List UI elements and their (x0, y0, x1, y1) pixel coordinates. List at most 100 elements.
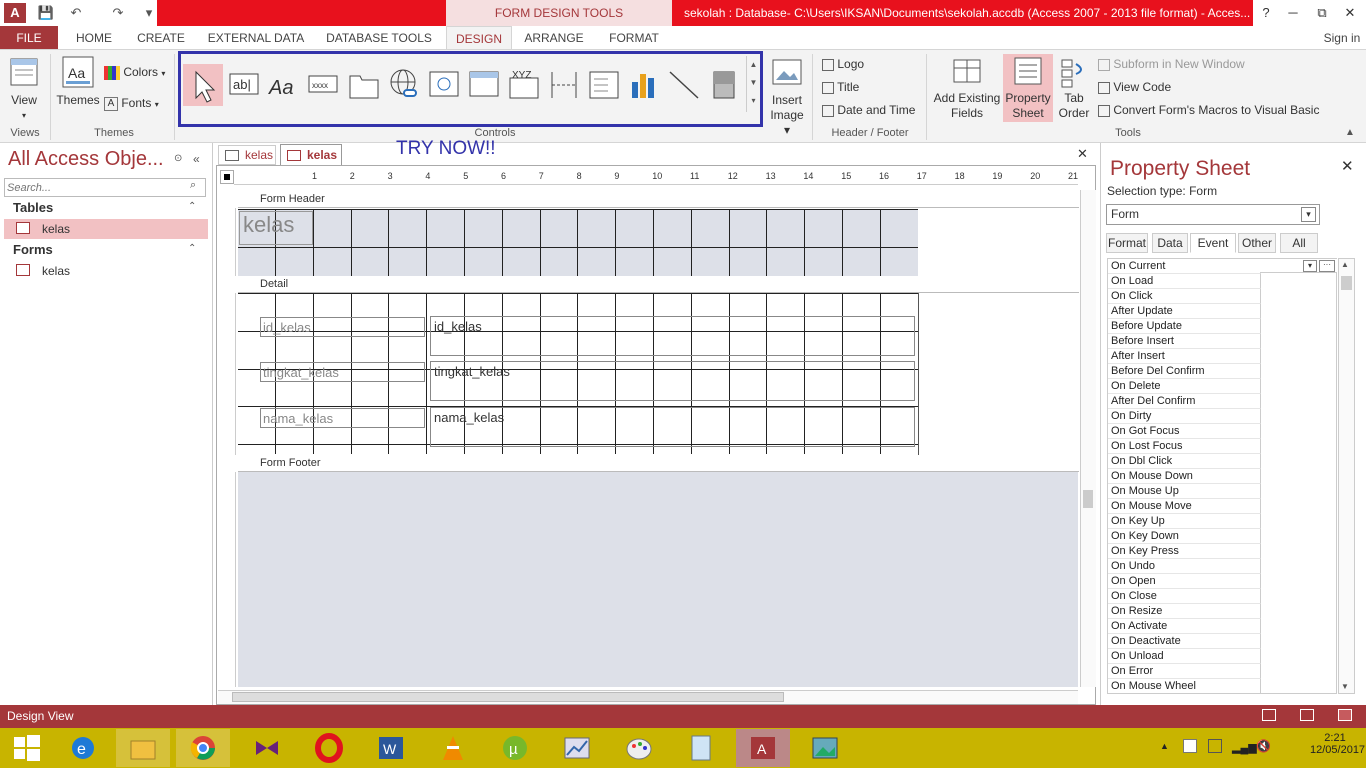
tray-flag-icon[interactable] (1183, 739, 1197, 753)
tab-order-button[interactable]: Tab Order (1056, 56, 1092, 124)
opera-icon[interactable] (302, 729, 356, 767)
close-button[interactable]: ✕ (1338, 4, 1362, 22)
view-code-button[interactable]: View Code (1098, 79, 1171, 95)
header-title-label[interactable]: kelas (239, 211, 313, 245)
tab-database-tools[interactable]: DATABASE TOOLS (320, 26, 438, 50)
nav-section-tables[interactable]: Tables (13, 200, 53, 215)
field-label-id-kelas[interactable]: id_kelas (260, 317, 425, 337)
web-browser-control-button[interactable] (426, 64, 464, 104)
convert-macros-button[interactable]: Convert Form's Macros to Visual Basic (1098, 102, 1319, 118)
field-label-nama-kelas[interactable]: nama_kelas (260, 408, 425, 428)
nav-pane-title[interactable]: All Access Obje... (8, 148, 164, 171)
property-row[interactable]: On Unload (1108, 649, 1261, 664)
subform-new-window-button[interactable]: Subform in New Window (1098, 56, 1245, 72)
nav-item-table-kelas[interactable]: kelas (4, 219, 208, 239)
form-selector[interactable] (220, 170, 234, 184)
chevron-down-icon[interactable]: ▾ (1301, 207, 1316, 222)
redo-icon[interactable]: ↷ (108, 4, 128, 22)
doc-tab-form-kelas[interactable]: kelas (280, 144, 342, 166)
start-button[interactable] (0, 729, 54, 767)
line-control-button[interactable] (666, 64, 704, 104)
doc-tab-table-kelas[interactable]: kelas (218, 145, 276, 165)
ps-tab-event[interactable]: Event (1190, 233, 1236, 253)
search-icon[interactable]: ⌕ (190, 179, 196, 192)
property-row[interactable]: On Key Press (1108, 544, 1261, 559)
collapse-forms-icon[interactable]: ⌃ (188, 243, 196, 254)
ps-tab-data[interactable]: Data (1152, 233, 1188, 253)
label-control-button[interactable]: Aa (266, 64, 304, 104)
access-app-icon[interactable]: A (4, 3, 26, 23)
tab-file[interactable]: FILE (0, 26, 58, 50)
property-row[interactable]: On Key Up (1108, 514, 1261, 529)
horizontal-scroll-thumb[interactable] (232, 692, 784, 702)
property-row[interactable]: On Deactivate (1108, 634, 1261, 649)
textbox-nama-kelas[interactable]: nama_kelas (430, 407, 915, 447)
ps-tab-format[interactable]: Format (1106, 233, 1148, 253)
property-row[interactable]: On Open (1108, 574, 1261, 589)
property-row[interactable]: On Dbl Click (1108, 454, 1261, 469)
ps-scroll-thumb[interactable] (1341, 276, 1352, 290)
property-row[interactable]: On Current (1108, 259, 1261, 274)
ps-scrollbar[interactable] (1338, 258, 1355, 694)
property-row[interactable]: On Delete (1108, 379, 1261, 394)
undo-icon[interactable]: ↶ (66, 4, 86, 22)
sign-in-link[interactable]: Sign in (1320, 26, 1364, 50)
logo-button[interactable]: Logo (822, 56, 864, 72)
property-row[interactable]: On Resize (1108, 604, 1261, 619)
utorrent-icon[interactable]: µ (488, 729, 542, 767)
property-row[interactable]: On Load (1108, 274, 1261, 289)
property-row[interactable]: On Mouse Wheel (1108, 679, 1261, 693)
property-row[interactable]: On Undo (1108, 559, 1261, 574)
gallery-scroll[interactable]: ▲ ▼ ▾ (746, 56, 760, 112)
property-row[interactable]: On Key Down (1108, 529, 1261, 544)
form-footer-section[interactable] (238, 472, 1078, 687)
minimize-button[interactable]: ─ (1281, 4, 1305, 22)
save-icon[interactable]: 💾 (36, 4, 56, 22)
detail-bar[interactable]: Detail (238, 276, 1079, 293)
view-button[interactable]: View ▾ (6, 56, 42, 120)
help-icon[interactable]: ? (1256, 4, 1276, 22)
chart-control-button[interactable] (626, 64, 664, 104)
toggle-button-control-button[interactable] (706, 64, 744, 104)
property-row[interactable]: On Dirty (1108, 409, 1261, 424)
form-header-section[interactable] (238, 209, 919, 276)
property-row[interactable]: After Insert (1108, 349, 1261, 364)
property-row[interactable]: Before Insert (1108, 334, 1261, 349)
property-row[interactable]: Before Update (1108, 319, 1261, 334)
form-header-bar[interactable]: Form Header (238, 191, 1079, 208)
form-view-icon[interactable] (1262, 709, 1276, 721)
property-row[interactable]: On Mouse Move (1108, 499, 1261, 514)
textbox-tingkat-kelas[interactable]: tingkat_kelas (430, 361, 915, 401)
ps-tab-other[interactable]: Other (1238, 233, 1276, 253)
tab-home[interactable]: HOME (66, 26, 122, 50)
insert-image-button[interactable]: Insert Image ▾ (766, 56, 808, 137)
close-property-sheet-icon[interactable]: ✕ (1341, 157, 1354, 175)
select-tool-button[interactable] (183, 64, 223, 106)
page-break-control-button[interactable] (546, 64, 584, 104)
tab-arrange[interactable]: ARRANGE (518, 26, 590, 50)
collapse-tables-icon[interactable]: ⌃ (188, 201, 196, 212)
add-existing-fields-button[interactable]: Add Existing Fields (932, 56, 1002, 124)
word-icon[interactable]: W (364, 729, 418, 767)
chevron-down-icon[interactable]: ▾ (1303, 260, 1317, 272)
builder-ellipsis-icon[interactable]: ··· (1319, 260, 1335, 272)
property-row[interactable]: On Mouse Up (1108, 484, 1261, 499)
property-row[interactable]: On Activate (1108, 619, 1261, 634)
vertical-scroll-thumb[interactable] (1083, 490, 1093, 508)
property-row[interactable]: On Got Focus (1108, 424, 1261, 439)
property-row[interactable]: On Error (1108, 664, 1261, 679)
chevron-up-icon[interactable]: ▲ (1341, 260, 1349, 269)
chevron-up-icon[interactable]: ▲ (747, 56, 760, 74)
vlc-icon[interactable] (426, 729, 480, 767)
tray-volume-icon[interactable]: 🔇 (1256, 739, 1271, 753)
more-icon[interactable]: ▾ (747, 92, 760, 110)
date-time-button[interactable]: Date and Time (822, 102, 915, 118)
combo-box-control-button[interactable] (586, 64, 624, 104)
internet-explorer-icon[interactable]: e (56, 729, 110, 767)
chart-app-icon[interactable] (550, 729, 604, 767)
close-document-icon[interactable]: ✕ (1077, 146, 1088, 162)
tab-format[interactable]: FORMAT (598, 26, 670, 50)
tab-create[interactable]: CREATE (130, 26, 192, 50)
chrome-icon[interactable] (176, 729, 230, 767)
collapse-ribbon-icon[interactable]: ▲ (1345, 127, 1355, 138)
